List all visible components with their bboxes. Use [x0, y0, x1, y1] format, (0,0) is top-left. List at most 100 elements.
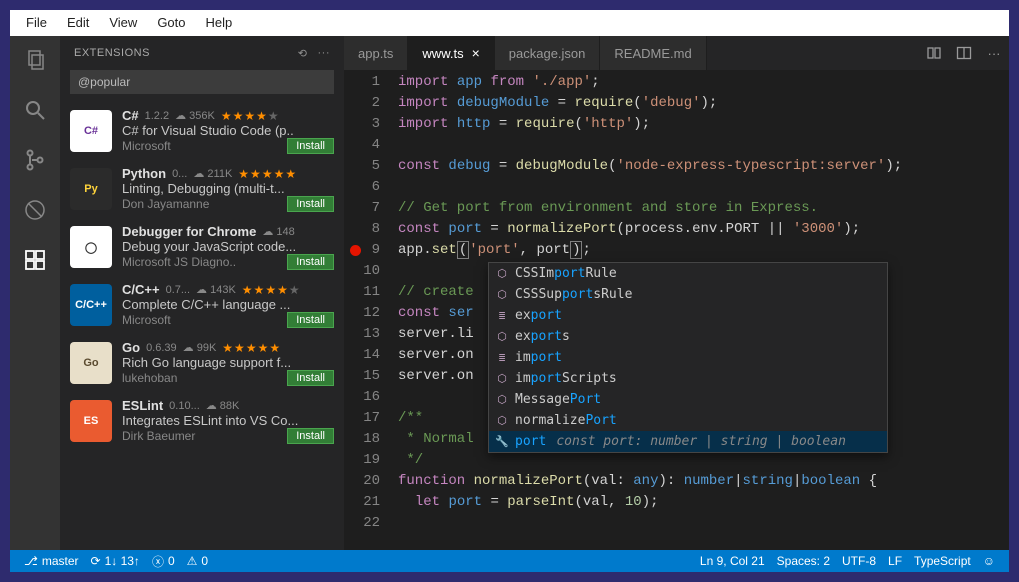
extension-item[interactable]: ESESLint0.10...☁ 88KIntegrates ESLint in…	[60, 392, 344, 450]
install-button[interactable]: Install	[287, 428, 334, 444]
menu-edit[interactable]: Edit	[57, 10, 99, 36]
suggest-kind-icon: ⬡	[495, 263, 509, 284]
install-button[interactable]: Install	[287, 370, 334, 386]
suggest-item[interactable]: ⬡normalizePort	[489, 410, 887, 431]
extension-name: Python	[122, 166, 166, 181]
install-button[interactable]: Install	[287, 138, 334, 154]
extension-desc: Integrates ESLint into VS Co...	[122, 413, 334, 428]
editor: app.ts www.ts× package.json README.md ··…	[344, 36, 1009, 550]
extension-item[interactable]: C/C++ C/C++ 0.7... ☁ 143K ★★★★★Complete C/C+…	[60, 276, 344, 334]
suggest-item[interactable]: ≣import	[489, 347, 887, 368]
extension-version: 0.6.39	[146, 342, 177, 354]
tab-package[interactable]: package.json	[495, 36, 601, 70]
feedback-icon[interactable]: ☺	[977, 554, 1001, 568]
clear-icon[interactable]: ⟲	[298, 47, 308, 60]
eol[interactable]: LF	[882, 554, 908, 568]
extension-icon: ◯	[70, 226, 112, 268]
extension-desc: Debug your JavaScript code...	[122, 239, 334, 254]
search-input[interactable]: @popular	[70, 70, 334, 94]
errors[interactable]: ⓧ 0	[146, 553, 181, 570]
close-icon[interactable]: ×	[472, 45, 480, 61]
suggest-item[interactable]: ⬡exports	[489, 326, 887, 347]
tab-readme[interactable]: README.md	[600, 36, 706, 70]
compare-icon[interactable]	[919, 36, 949, 70]
suggest-item[interactable]: ⬡importScripts	[489, 368, 887, 389]
extension-name: Go	[122, 340, 140, 355]
extension-item[interactable]: PyPython0...☁ 211K★★★★★Linting, Debuggin…	[60, 160, 344, 218]
extension-desc: Linting, Debugging (multi-t...	[122, 181, 334, 196]
menu-goto[interactable]: Goto	[147, 10, 195, 36]
breakpoint[interactable]	[350, 245, 361, 256]
rating-stars: ★★★★★	[221, 109, 280, 123]
language[interactable]: TypeScript	[908, 554, 977, 568]
download-count: ☁ 211K	[193, 167, 232, 180]
code-area[interactable]: 12345678910111213141516171819202122 impo…	[344, 70, 1009, 550]
git-icon[interactable]	[21, 146, 49, 174]
warnings[interactable]: ⚠ 0	[181, 554, 214, 568]
suggest-item[interactable]: ⬡CSSImportRule	[489, 263, 887, 284]
suggest-item[interactable]: ⬡CSSSupportsRule	[489, 284, 887, 305]
extension-item[interactable]: C# C# 1.2.2 ☁ 356K ★★★★★C# for Visual Studio…	[60, 102, 344, 160]
install-button[interactable]: Install	[287, 254, 334, 270]
split-icon[interactable]	[949, 36, 979, 70]
download-count: ☁ 143K	[196, 283, 236, 296]
files-icon[interactable]	[21, 46, 49, 74]
download-count: ☁ 356K	[175, 109, 215, 122]
download-count: ☁ 88K	[206, 399, 240, 412]
extension-publisher: lukehoban	[122, 371, 287, 385]
extension-publisher: Microsoft	[122, 139, 287, 153]
extension-publisher: Microsoft JS Diagno..	[122, 255, 287, 269]
suggest-kind-icon: ≣	[495, 347, 509, 368]
suggest-item[interactable]: 🔧portconst port: number | string | boole…	[489, 431, 887, 452]
menu-file[interactable]: File	[16, 10, 57, 36]
download-count: ☁ 99K	[183, 341, 217, 354]
extension-name: ESLint	[122, 398, 163, 413]
suggest-kind-icon: ≣	[495, 305, 509, 326]
install-button[interactable]: Install	[287, 312, 334, 328]
extension-desc: C# for Visual Studio Code (p..	[122, 123, 334, 138]
cursor-pos[interactable]: Ln 9, Col 21	[694, 554, 771, 568]
more-icon[interactable]: ···	[318, 47, 331, 59]
suggest-item[interactable]: ⬡MessagePort	[489, 389, 887, 410]
more-icon[interactable]: ···	[979, 36, 1009, 70]
menu-help[interactable]: Help	[196, 10, 243, 36]
extension-desc: Rich Go language support f...	[122, 355, 334, 370]
git-branch[interactable]: ⎇ master	[18, 554, 85, 568]
sidebar-title: EXTENSIONS	[74, 47, 150, 59]
tabs: app.ts www.ts× package.json README.md ··…	[344, 36, 1009, 70]
menu-view[interactable]: View	[99, 10, 147, 36]
extension-icon: Go	[70, 342, 112, 384]
suggest-kind-icon: ⬡	[495, 284, 509, 305]
extensions-icon[interactable]	[21, 246, 49, 274]
download-count: ☁ 148	[262, 225, 294, 238]
extension-name: C/C++	[122, 282, 160, 297]
suggest-kind-icon: ⬡	[495, 410, 509, 431]
extension-icon: C#	[70, 110, 112, 152]
tab-app[interactable]: app.ts	[344, 36, 408, 70]
extension-item[interactable]: ◯ Debugger for Chrome ☁ 148Debug your Java…	[60, 218, 344, 276]
extension-version: 0...	[172, 168, 187, 180]
extension-item[interactable]: Go Go 0.6.39 ☁ 99K ★★★★★Rich Go language sup…	[60, 334, 344, 392]
suggest-widget[interactable]: ⬡CSSImportRule⬡CSSSupportsRule≣export⬡ex…	[488, 262, 888, 453]
debug-icon[interactable]	[21, 196, 49, 224]
extension-publisher: Microsoft	[122, 313, 287, 327]
sidebar: EXTENSIONS ⟲ ··· @popular C# C# 1.2.2 ☁ 356…	[60, 36, 344, 550]
statusbar: ⎇ master ⟳ 1↓ 13↑ ⓧ 0 ⚠ 0 Ln 9, Col 21 S…	[10, 550, 1009, 572]
extension-name: C#	[122, 108, 139, 123]
extension-publisher: Dirk Baeumer	[122, 429, 287, 443]
extension-desc: Complete C/C++ language ...	[122, 297, 334, 312]
tab-www[interactable]: www.ts×	[408, 36, 494, 70]
spaces[interactable]: Spaces: 2	[771, 554, 836, 568]
rating-stars: ★★★★★	[238, 167, 297, 181]
search-icon[interactable]	[21, 96, 49, 124]
encoding[interactable]: UTF-8	[836, 554, 882, 568]
extension-icon: C/C++	[70, 284, 112, 326]
git-sync[interactable]: ⟳ 1↓ 13↑	[85, 554, 146, 568]
suggest-item[interactable]: ≣export	[489, 305, 887, 326]
extension-version: 0.7...	[166, 284, 190, 296]
extension-version: 1.2.2	[145, 110, 169, 122]
extension-name: Debugger for Chrome	[122, 224, 256, 239]
install-button[interactable]: Install	[287, 196, 334, 212]
rating-stars: ★★★★★	[222, 341, 281, 355]
rating-stars: ★★★★★	[242, 283, 301, 297]
